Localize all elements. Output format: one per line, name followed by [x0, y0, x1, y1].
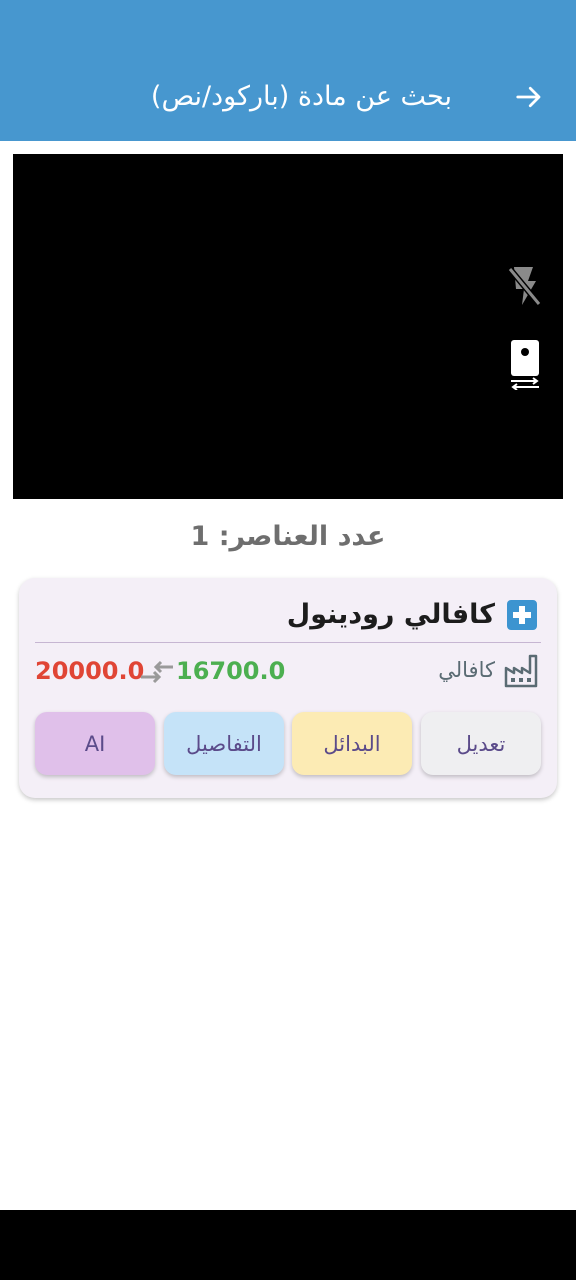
swap-arrows-icon — [141, 660, 173, 684]
edit-button[interactable]: تعديل — [421, 712, 541, 775]
details-button[interactable]: التفاصيل — [164, 712, 284, 775]
flash-off-icon — [507, 267, 542, 306]
switch-camera-button[interactable] — [503, 334, 547, 394]
app-bar: بحث عن مادة (باركود/نص) — [0, 0, 576, 141]
manufacturer-name: كافالي — [438, 658, 495, 682]
medical-plus-icon — [507, 600, 537, 630]
result-count: عدد العناصر: 1 — [190, 521, 386, 552]
factory-icon — [504, 654, 538, 688]
back-button[interactable] — [506, 75, 552, 119]
divider — [35, 642, 541, 643]
camera-switch-icon — [511, 340, 539, 390]
result-card[interactable]: كافالي رودينول كافالي 20000.0 16700.0 AI… — [19, 578, 557, 798]
camera-preview[interactable] — [13, 154, 563, 499]
flash-toggle-button[interactable] — [501, 262, 545, 310]
system-navigation-bar — [0, 1210, 576, 1280]
item-name: كافالي رودينول — [286, 599, 495, 630]
old-price: 20000.0 — [35, 657, 145, 685]
alternatives-button[interactable]: البدائل — [292, 712, 412, 775]
arrow-forward-icon — [516, 86, 541, 108]
page-title: بحث عن مادة (باركود/نص) — [150, 81, 452, 112]
ai-button[interactable]: AI — [35, 712, 155, 775]
new-price: 16700.0 — [176, 657, 286, 685]
